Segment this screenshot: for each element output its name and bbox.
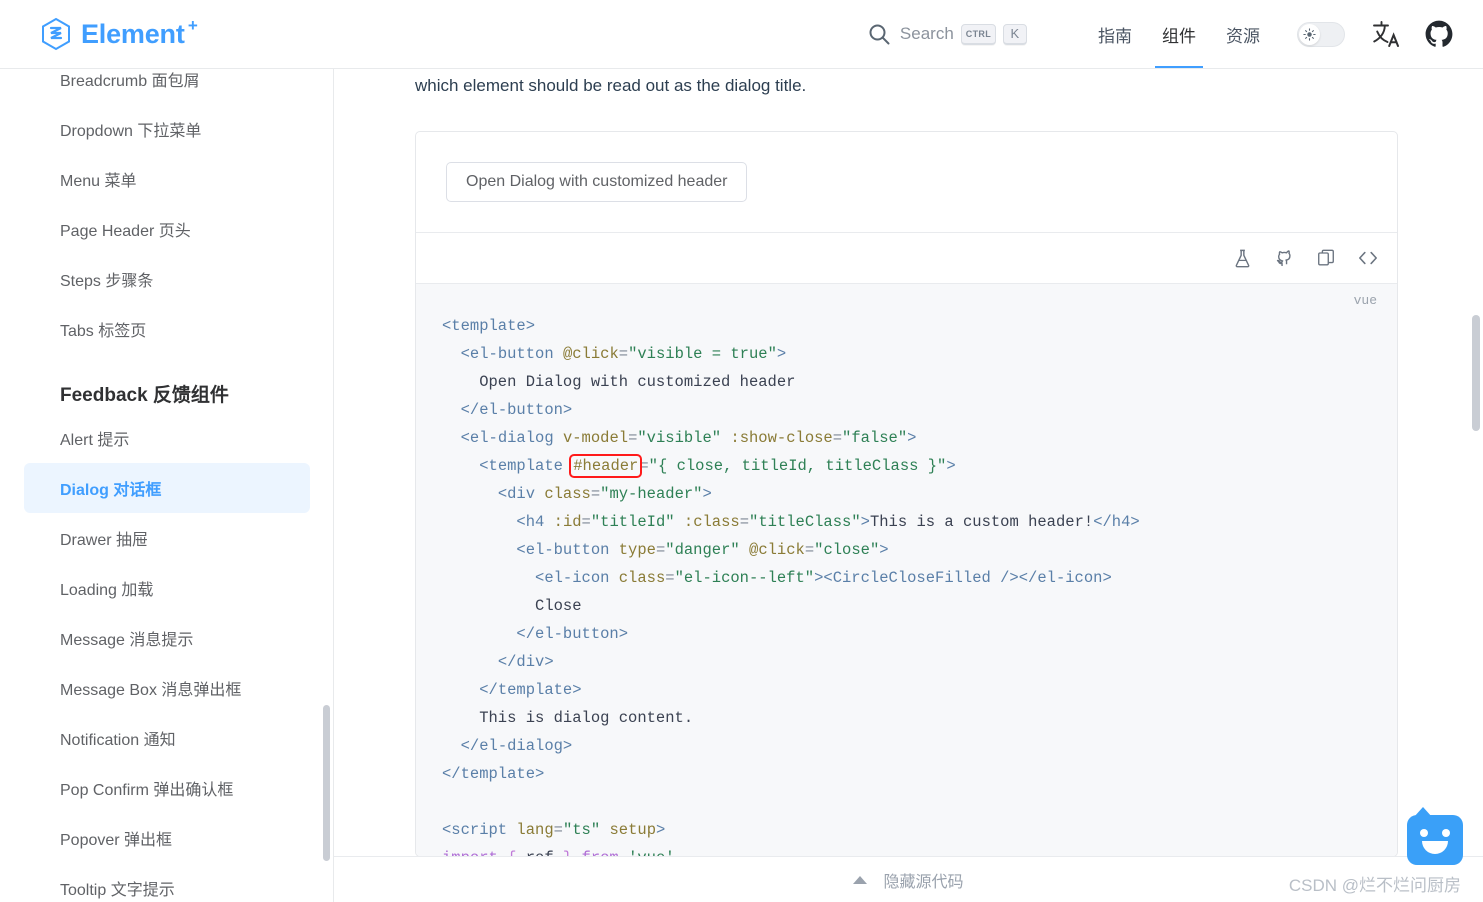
sidebar-scrollbar-thumb[interactable] bbox=[323, 705, 330, 861]
sidebar-item-pop-confirm[interactable]: Pop Confirm 弹出确认框 bbox=[24, 763, 310, 813]
caret-up-icon bbox=[853, 875, 868, 884]
chat-eye-right-icon bbox=[1442, 829, 1450, 837]
toggle-source-label: 隐藏源代码 bbox=[883, 873, 964, 891]
demo-source-code: vue <template> <el-button @click="visibl… bbox=[416, 283, 1397, 856]
sidebar-item-tooltip[interactable]: Tooltip 文字提示 bbox=[24, 863, 310, 902]
sidebar-item-menu[interactable]: Menu 菜单 bbox=[24, 154, 310, 204]
kbd-k: K bbox=[1003, 23, 1027, 45]
brand-plus: + bbox=[187, 15, 198, 35]
source-language-label: vue bbox=[1353, 293, 1377, 308]
copy-icon[interactable] bbox=[1316, 248, 1336, 268]
primary-nav: 指南 组件 资源 bbox=[1083, 0, 1275, 68]
sidebar-item-message[interactable]: Message 消息提示 bbox=[24, 613, 310, 663]
sidebar-item-notification[interactable]: Notification 通知 bbox=[24, 713, 310, 763]
code-brackets-icon[interactable] bbox=[1357, 248, 1379, 268]
source-code-text[interactable]: <template> <el-button @click="visible = … bbox=[416, 300, 1397, 856]
page-scrollbar-thumb[interactable] bbox=[1472, 315, 1480, 431]
sidebar-item-steps[interactable]: Steps 步骤条 bbox=[24, 254, 310, 304]
main-content: which element should be read out as the … bbox=[334, 69, 1483, 902]
demo-preview-area: Open Dialog with customized header bbox=[416, 132, 1397, 232]
element-hexagon-logo-icon bbox=[40, 17, 72, 51]
brand-logo-link[interactable]: Element + bbox=[40, 15, 198, 51]
chat-eye-left-icon bbox=[1420, 829, 1428, 837]
highlighted-token: #header bbox=[569, 454, 643, 478]
nav-item-resources[interactable]: 资源 bbox=[1211, 0, 1275, 68]
brand-name: Element + bbox=[81, 15, 198, 49]
sidebar-item-drawer[interactable]: Drawer 抽屉 bbox=[24, 513, 310, 563]
chat-mouth-icon bbox=[1422, 841, 1448, 854]
sidebar-item-loading[interactable]: Loading 加载 bbox=[24, 563, 310, 613]
flask-playground-icon[interactable] bbox=[1232, 248, 1253, 269]
translate-icon[interactable] bbox=[1371, 19, 1401, 49]
sidebar-item-popover[interactable]: Popover 弹出框 bbox=[24, 813, 310, 863]
sidebar: Breadcrumb 面包屑 Dropdown 下拉菜单 Menu 菜单 Pag… bbox=[0, 69, 334, 902]
sidebar-group-heading-feedback: Feedback 反馈组件 bbox=[60, 385, 229, 406]
app-header: Element + Search CTRL K 指南 组件 资源 bbox=[0, 0, 1483, 69]
sidebar-item-page-header[interactable]: Page Header 页头 bbox=[24, 204, 310, 254]
sidebar-item-alert[interactable]: Alert 提示 bbox=[24, 413, 310, 463]
sidebar-item-dialog[interactable]: Dialog 对话框 bbox=[24, 463, 310, 513]
header-actions: Search CTRL K 指南 组件 资源 bbox=[867, 0, 1453, 68]
sidebar-nav-list: Breadcrumb 面包屑 Dropdown 下拉菜单 Menu 菜单 Pag… bbox=[0, 69, 333, 902]
sidebar-item-dropdown[interactable]: Dropdown 下拉菜单 bbox=[24, 104, 310, 154]
toggle-source-button[interactable]: 隐藏源代码 bbox=[853, 868, 964, 892]
demo-block: Open Dialog with customized header vue <… bbox=[415, 131, 1398, 857]
search-button[interactable]: Search CTRL K bbox=[867, 22, 1027, 46]
github-icon[interactable] bbox=[1274, 248, 1295, 269]
chat-support-widget[interactable] bbox=[1407, 807, 1463, 865]
doc-paragraph: which element should be read out as the … bbox=[415, 76, 807, 95]
demo-toolbar bbox=[416, 232, 1397, 283]
sidebar-item-breadcrumb[interactable]: Breadcrumb 面包屑 bbox=[24, 69, 310, 104]
theme-toggle-switch[interactable] bbox=[1297, 21, 1345, 47]
sidebar-item-message-box[interactable]: Message Box 消息弹出框 bbox=[24, 663, 310, 713]
search-icon bbox=[867, 22, 891, 46]
search-label: Search bbox=[899, 24, 954, 43]
watermark: CSDN @烂不烂问厨房 bbox=[1288, 876, 1461, 895]
open-dialog-button[interactable]: Open Dialog with customized header bbox=[446, 162, 748, 202]
nav-item-components[interactable]: 组件 bbox=[1147, 0, 1211, 68]
nav-item-guide[interactable]: 指南 bbox=[1083, 0, 1147, 68]
github-icon[interactable] bbox=[1425, 20, 1453, 48]
kbd-ctrl: CTRL bbox=[960, 23, 996, 45]
sun-icon bbox=[1299, 23, 1320, 45]
sidebar-item-tabs[interactable]: Tabs 标签页 bbox=[24, 304, 310, 354]
